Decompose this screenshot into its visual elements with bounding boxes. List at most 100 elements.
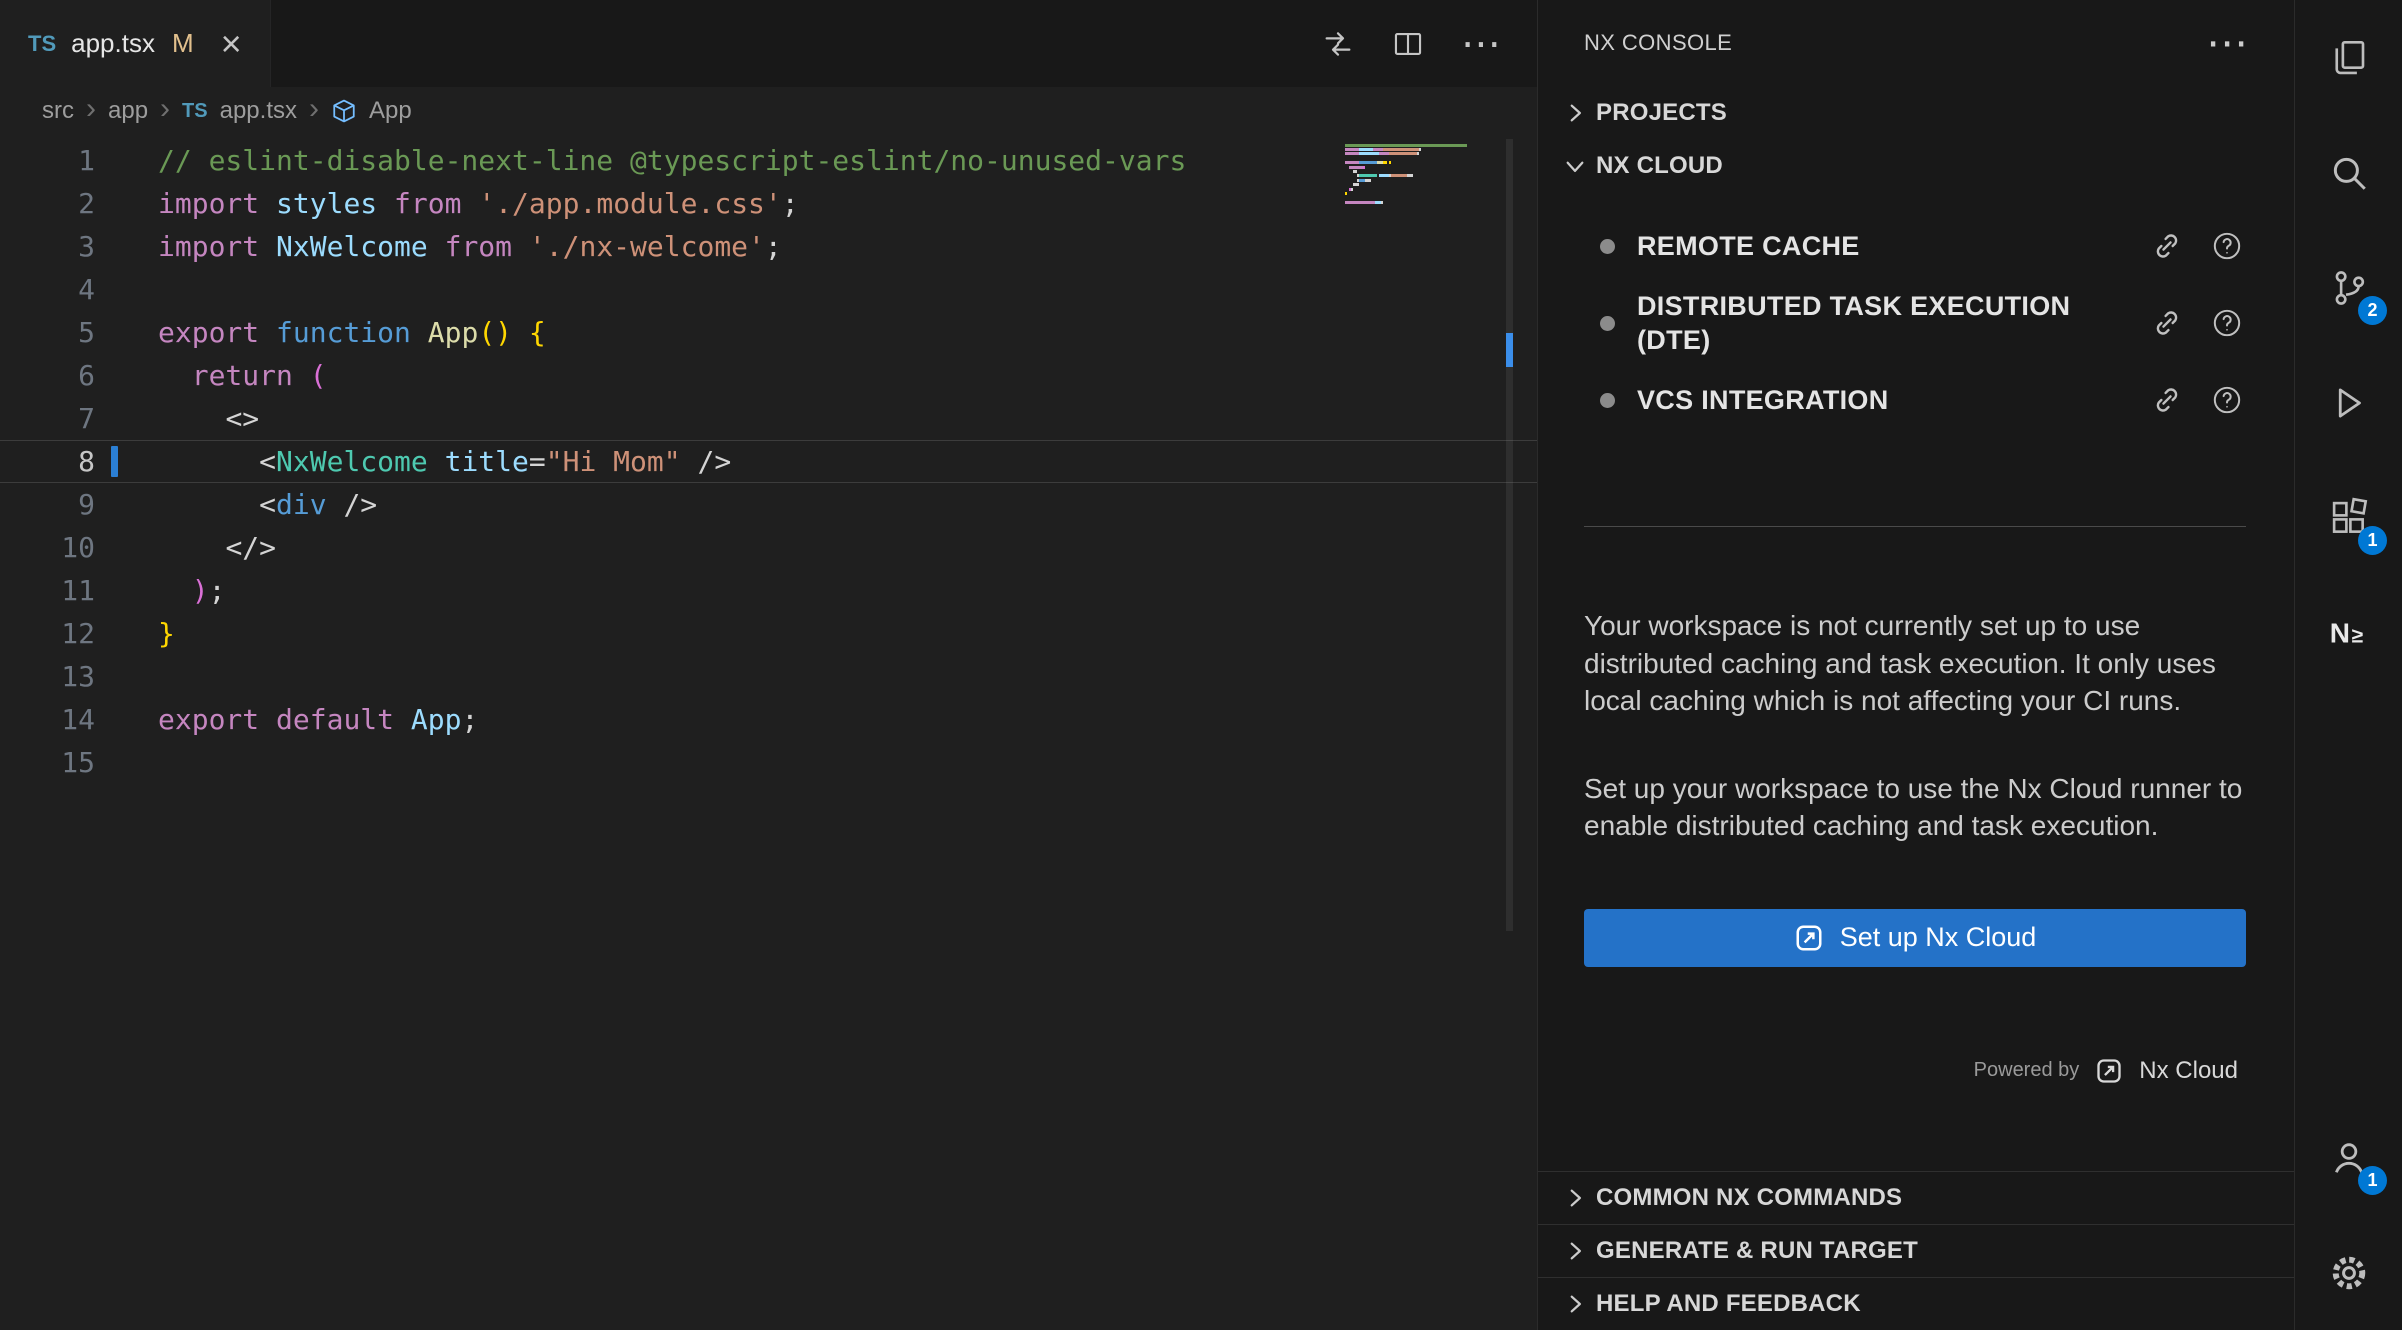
code-text[interactable]: </> [158,526,276,569]
panel-header: NX CONSOLE ⋯ [1538,0,2294,86]
run-debug-icon [2328,382,2370,424]
code-line[interactable]: 10 </> [0,526,1537,569]
setup-nx-cloud-button[interactable]: Set up Nx Cloud [1584,909,2246,967]
code-line[interactable]: 8 <NxWelcome title="Hi Mom" /> [0,440,1537,483]
scrollbar[interactable] [1506,139,1513,931]
code-line[interactable]: 15 [0,741,1537,784]
code-text[interactable]: // eslint-disable-next-line @typescript-… [158,139,1186,182]
nx-cloud-logo-icon [1794,923,1824,953]
code-line[interactable]: 11 ); [0,569,1537,612]
nx-cloud-brand-label: Nx Cloud [2139,1057,2238,1085]
code-text[interactable]: import styles from './app.module.css'; [158,182,799,225]
code-line[interactable]: 12} [0,612,1537,655]
breadcrumb-item-app[interactable]: app [108,97,148,125]
section-common-nx-commands[interactable]: COMMON NX COMMANDS [1538,1171,2294,1224]
workspace-status-text: Your workspace is not currently set up t… [1584,607,2246,720]
gutter [95,741,158,784]
code-text[interactable]: return ( [158,354,327,397]
activity-item-extensions[interactable]: 1 [2295,460,2402,575]
code-text[interactable]: import NxWelcome from './nx-welcome'; [158,225,782,268]
activity-item-explorer[interactable] [2295,0,2402,115]
section-label: HELP AND FEEDBACK [1596,1290,1861,1318]
chevron-down-icon [1560,151,1590,181]
line-number: 13 [0,655,95,698]
line-number: 3 [0,225,95,268]
activity-item-nx-console[interactable]: N≥ [2295,575,2402,690]
code-text[interactable]: ); [158,569,225,612]
activity-item-search[interactable] [2295,115,2402,230]
section-help-and-feedback[interactable]: HELP AND FEEDBACK [1538,1277,2294,1330]
more-actions-icon[interactable]: ⋯ [1461,34,1501,54]
connect-icon[interactable] [2150,306,2184,340]
settings-icon [2328,1252,2370,1294]
more-actions-icon[interactable]: ⋯ [2206,35,2248,52]
code-line[interactable]: 9 <div /> [0,483,1537,526]
section-label: GENERATE & RUN TARGET [1596,1237,1918,1265]
code-line[interactable]: 1// eslint-disable-next-line @typescript… [0,139,1537,182]
code-text[interactable]: <NxWelcome title="Hi Mom" /> [158,440,731,483]
minimap[interactable] [1345,143,1507,209]
line-number: 8 [0,440,95,483]
git-modified-badge: M [172,28,194,59]
status-dot-icon [1600,393,1615,408]
status-dot-icon [1600,316,1615,331]
code-text[interactable]: export function App() { [158,311,546,354]
activity-item-accounts[interactable]: 1 [2295,1100,2402,1215]
code-text[interactable]: <> [158,397,259,440]
gutter [95,397,158,440]
code-line[interactable]: 6 return ( [0,354,1537,397]
code-line[interactable]: 7 <> [0,397,1537,440]
help-icon[interactable] [2210,229,2244,263]
nx-cloud-item[interactable]: DISTRIBUTED TASK EXECUTION (DTE) [1538,276,2294,370]
code-line[interactable]: 3 import NxWelcome from './nx-welcome'; [0,225,1537,268]
chevron-right-icon [1560,1236,1590,1266]
section-generate-run-target[interactable]: GENERATE & RUN TARGET [1538,1224,2294,1277]
gutter [95,225,158,268]
chevron-right-icon [1560,1183,1590,1213]
code-line[interactable]: 2import styles from './app.module.css'; [0,182,1537,225]
breadcrumb-item-src[interactable]: src [42,97,74,125]
section-projects[interactable]: PROJECTS [1538,86,2294,139]
tab-app-tsx[interactable]: TS app.tsx M × [0,0,271,87]
chevron-right-icon [1560,1289,1590,1319]
code-line[interactable]: 14export default App; [0,698,1537,741]
activity-item-settings[interactable] [2295,1215,2402,1330]
code-area[interactable]: 1// eslint-disable-next-line @typescript… [0,139,1537,784]
activity-item-source-control[interactable]: 2 [2295,230,2402,345]
connect-icon[interactable] [2150,229,2184,263]
tab-title: app.tsx [71,28,155,59]
explorer-icon [2328,37,2370,79]
nx-cloud-item-actions [2150,306,2244,340]
code-editor[interactable]: 1// eslint-disable-next-line @typescript… [0,135,1537,1330]
nx-console-panel: NX CONSOLE ⋯ PROJECTS NX CLOUD REMOTE CA… [1537,0,2294,1330]
line-number: 10 [0,526,95,569]
open-changes-icon[interactable] [1321,27,1355,61]
gutter [95,483,158,526]
code-line[interactable]: 5 export function App() { [0,311,1537,354]
nx-cloud-item[interactable]: REMOTE CACHE [1538,216,2294,276]
close-icon[interactable]: × [221,26,242,62]
code-text[interactable]: export default App; [158,698,478,741]
split-editor-icon[interactable] [1391,27,1425,61]
divider [1584,526,2246,527]
line-number: 4 [0,268,95,311]
code-line[interactable]: 13 [0,655,1537,698]
section-nx-cloud[interactable]: NX CLOUD [1538,139,2294,192]
breadcrumb-item-app-symbol[interactable]: App [369,97,412,125]
code-line[interactable]: 4 [0,268,1537,311]
nx-cloud-item-list: REMOTE CACHEDISTRIBUTED TASK EXECUTION (… [1538,216,2294,430]
nx-cloud-item[interactable]: VCS INTEGRATION [1538,370,2294,430]
help-icon[interactable] [2210,306,2244,340]
help-icon[interactable] [2210,383,2244,417]
breadcrumb-item-app-tsx[interactable]: app.tsx [220,97,297,125]
code-text[interactable]: } [158,612,175,655]
code-text[interactable]: <div /> [158,483,377,526]
line-number: 5 [0,311,95,354]
collapsed-sections: COMMON NX COMMANDS GENERATE & RUN TARGET H… [1538,1171,2294,1330]
activity-bar-spacer [2295,690,2402,1100]
activity-item-run-debug[interactable] [2295,345,2402,460]
typescript-file-icon: TS [28,31,56,57]
connect-icon[interactable] [2150,383,2184,417]
gutter [95,182,158,225]
section-label: PROJECTS [1596,99,1727,127]
